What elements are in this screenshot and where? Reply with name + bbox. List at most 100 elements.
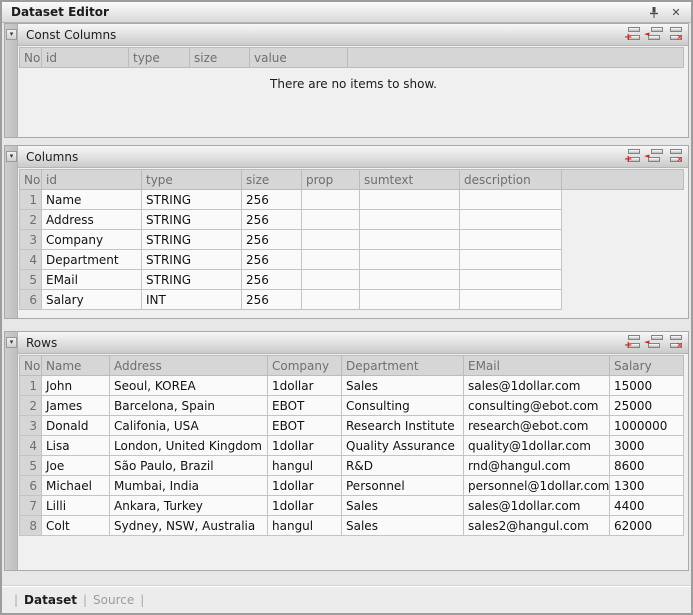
data-cell[interactable]: research@ebot.com <box>464 416 610 436</box>
data-cell[interactable]: EBOT <box>268 416 342 436</box>
column-header-size[interactable]: size <box>242 170 302 190</box>
data-cell[interactable]: São Paulo, Brazil <box>110 456 268 476</box>
data-cell[interactable]: 256 <box>242 210 302 230</box>
data-cell[interactable] <box>460 270 562 290</box>
data-cell[interactable]: 256 <box>242 230 302 250</box>
data-cell[interactable]: sales@1dollar.com <box>464 496 610 516</box>
column-header-no[interactable]: No <box>20 48 42 68</box>
data-cell[interactable]: 62000 <box>610 516 684 536</box>
column-header-no[interactable]: No <box>20 356 42 376</box>
data-cell[interactable]: R&D <box>342 456 464 476</box>
row-number-cell[interactable]: 3 <box>20 416 42 436</box>
data-cell[interactable]: 256 <box>242 270 302 290</box>
data-cell[interactable]: Name <box>42 190 142 210</box>
data-cell[interactable]: Sales <box>342 376 464 396</box>
row-number-cell[interactable]: 4 <box>20 436 42 456</box>
data-cell[interactable] <box>360 270 460 290</box>
data-cell[interactable]: John <box>42 376 110 396</box>
data-cell[interactable] <box>360 230 460 250</box>
data-cell[interactable]: Michael <box>42 476 110 496</box>
column-header-type[interactable]: type <box>129 48 190 68</box>
table-row[interactable]: 1NameSTRING256 <box>20 190 684 210</box>
data-cell[interactable]: Mumbai, India <box>110 476 268 496</box>
column-header-name[interactable]: Name <box>42 356 110 376</box>
data-cell[interactable]: London, United Kingdom <box>110 436 268 456</box>
chevron-down-icon[interactable]: ▾ <box>6 337 17 348</box>
data-cell[interactable]: sales2@hangul.com <box>464 516 610 536</box>
column-header-salary[interactable]: Salary <box>610 356 684 376</box>
row-number-cell[interactable]: 2 <box>20 210 42 230</box>
data-cell[interactable] <box>360 190 460 210</box>
data-cell[interactable]: Address <box>42 210 142 230</box>
column-header-sumtext[interactable]: sumtext <box>360 170 460 190</box>
data-cell[interactable]: 1dollar <box>268 436 342 456</box>
data-cell[interactable]: 256 <box>242 290 302 310</box>
data-cell[interactable]: STRING <box>142 250 242 270</box>
add-row-icon[interactable]: + <box>624 335 641 350</box>
data-cell[interactable] <box>360 290 460 310</box>
data-cell[interactable] <box>302 190 360 210</box>
data-cell[interactable] <box>302 290 360 310</box>
data-cell[interactable] <box>302 270 360 290</box>
insert-row-icon[interactable]: ◄ <box>645 27 662 42</box>
row-number-cell[interactable]: 6 <box>20 290 42 310</box>
add-row-icon[interactable]: + <box>624 27 641 42</box>
data-cell[interactable]: Sales <box>342 496 464 516</box>
data-cell[interactable]: Consulting <box>342 396 464 416</box>
data-cell[interactable]: 15000 <box>610 376 684 396</box>
insert-row-icon[interactable]: ◄ <box>645 149 662 164</box>
data-cell[interactable]: consulting@ebot.com <box>464 396 610 416</box>
data-cell[interactable]: 1300 <box>610 476 684 496</box>
column-header-filler[interactable] <box>562 170 684 190</box>
row-number-cell[interactable]: 1 <box>20 190 42 210</box>
column-header-value[interactable]: value <box>250 48 348 68</box>
row-number-cell[interactable]: 1 <box>20 376 42 396</box>
row-number-cell[interactable]: 4 <box>20 250 42 270</box>
add-row-icon[interactable]: + <box>624 149 641 164</box>
data-cell[interactable]: Donald <box>42 416 110 436</box>
delete-row-icon[interactable]: ✕ <box>666 27 683 42</box>
close-icon[interactable]: ✕ <box>669 5 683 19</box>
data-cell[interactable]: STRING <box>142 210 242 230</box>
data-cell[interactable]: Califonia, USA <box>110 416 268 436</box>
table-row[interactable]: 5JoeSão Paulo, BrazilhangulR&Drnd@hangul… <box>20 456 684 476</box>
tab-dataset[interactable]: Dataset <box>24 593 77 607</box>
data-cell[interactable]: Sales <box>342 516 464 536</box>
table-row[interactable]: 4LisaLondon, United Kingdom1dollarQualit… <box>20 436 684 456</box>
data-cell[interactable]: Joe <box>42 456 110 476</box>
row-number-cell[interactable]: 7 <box>20 496 42 516</box>
data-cell[interactable]: 25000 <box>610 396 684 416</box>
data-cell[interactable] <box>360 250 460 270</box>
data-cell[interactable]: Personnel <box>342 476 464 496</box>
data-cell[interactable]: Department <box>42 250 142 270</box>
chevron-down-icon[interactable]: ▾ <box>6 151 17 162</box>
data-cell[interactable]: 1000000 <box>610 416 684 436</box>
column-header-size[interactable]: size <box>190 48 250 68</box>
table-row[interactable]: 4DepartmentSTRING256 <box>20 250 684 270</box>
column-header-company[interactable]: Company <box>268 356 342 376</box>
data-cell[interactable]: 3000 <box>610 436 684 456</box>
data-cell[interactable]: Lilli <box>42 496 110 516</box>
row-number-cell[interactable]: 3 <box>20 230 42 250</box>
insert-row-icon[interactable]: ◄ <box>645 335 662 350</box>
table-row[interactable]: 2AddressSTRING256 <box>20 210 684 230</box>
column-header-address[interactable]: Address <box>110 356 268 376</box>
data-cell[interactable]: STRING <box>142 270 242 290</box>
table-row[interactable]: 8ColtSydney, NSW, AustraliahangulSalessa… <box>20 516 684 536</box>
table-row[interactable]: 7LilliAnkara, Turkey1dollarSalessales@1d… <box>20 496 684 516</box>
data-cell[interactable]: 4400 <box>610 496 684 516</box>
data-cell[interactable]: INT <box>142 290 242 310</box>
data-cell[interactable]: Seoul, KOREA <box>110 376 268 396</box>
data-cell[interactable]: 8600 <box>610 456 684 476</box>
data-cell[interactable] <box>302 210 360 230</box>
data-cell[interactable]: Salary <box>42 290 142 310</box>
data-cell[interactable] <box>460 290 562 310</box>
data-cell[interactable]: Quality Assurance <box>342 436 464 456</box>
data-cell[interactable] <box>302 250 360 270</box>
table-row[interactable]: 3CompanySTRING256 <box>20 230 684 250</box>
data-cell[interactable]: Sydney, NSW, Australia <box>110 516 268 536</box>
row-number-cell[interactable]: 5 <box>20 456 42 476</box>
column-header-filler[interactable] <box>348 48 684 68</box>
data-cell[interactable]: EBOT <box>268 396 342 416</box>
delete-row-icon[interactable]: ✕ <box>666 149 683 164</box>
